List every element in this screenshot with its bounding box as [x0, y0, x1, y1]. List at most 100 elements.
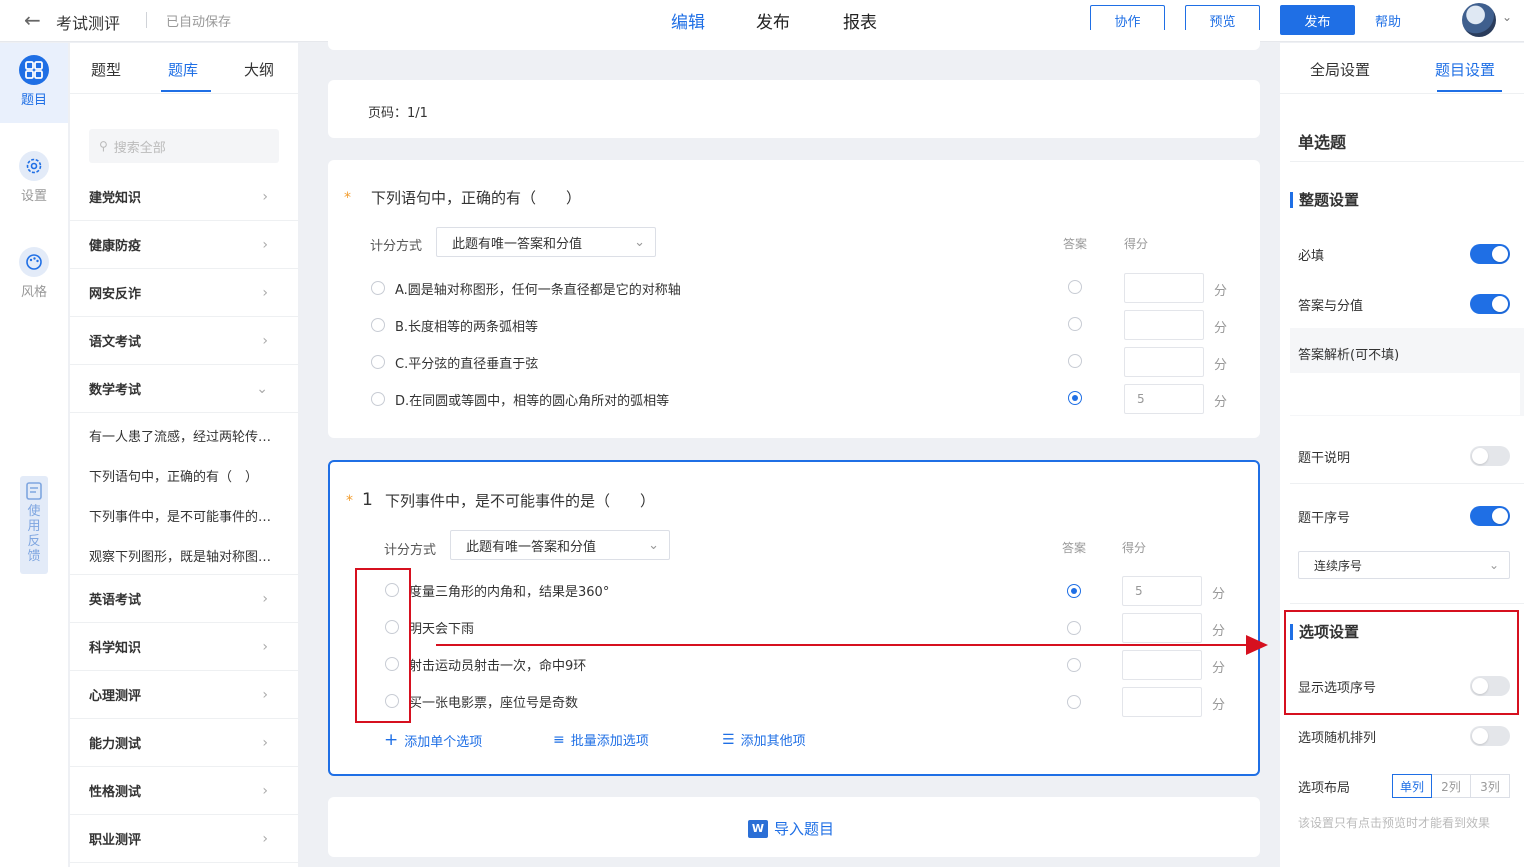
layout-three-columns[interactable]: 3列 — [1470, 774, 1510, 798]
tab-question-bank[interactable]: 题库 — [168, 59, 198, 80]
library-question-item[interactable]: 有一人患了流感，经过两轮传染后共有... — [89, 426, 279, 445]
tab-outline[interactable]: 大纲 — [244, 59, 274, 80]
chevron-right-icon: › — [262, 734, 268, 751]
category-item[interactable]: 语文考试 › — [70, 317, 298, 365]
batch-add-options-button[interactable]: ≡ 批量添加选项 — [553, 730, 649, 750]
question-title[interactable]: 下列语句中，正确的有（ ） — [371, 187, 581, 208]
help-link[interactable]: 帮助 — [1375, 11, 1401, 30]
add-other-label: 添加其他项 — [740, 734, 806, 749]
question-title[interactable]: 下列事件中，是不可能事件的是（ ） — [385, 490, 655, 511]
option-radio[interactable] — [371, 392, 385, 406]
score-column-header: 得分 — [1122, 541, 1147, 555]
option-text[interactable]: 度量三角形的内角和，结果是360° — [409, 581, 609, 600]
required-star: * — [344, 190, 351, 206]
rail-item-questions[interactable]: 题目 — [0, 43, 68, 123]
required-toggle[interactable] — [1470, 244, 1510, 264]
score-input[interactable] — [1124, 273, 1204, 303]
option-text[interactable]: C.平分弦的直径垂直于弦 — [395, 353, 538, 372]
import-questions-button[interactable]: W 导入题目 — [748, 818, 834, 839]
answer-radio[interactable] — [1068, 317, 1082, 331]
answer-radio[interactable] — [1068, 354, 1082, 368]
option-radio[interactable] — [371, 318, 385, 332]
category-item[interactable]: 科学知识 › — [70, 623, 298, 671]
category-item[interactable]: 建党知识 › — [70, 173, 298, 221]
score-input[interactable]: 5 — [1124, 384, 1204, 414]
score-input[interactable] — [1122, 687, 1202, 717]
rail-label: 题目 — [20, 93, 47, 108]
chevron-right-icon: › — [262, 284, 268, 301]
stem-number-toggle[interactable] — [1470, 506, 1510, 526]
library-question-item[interactable]: 下列语句中，正确的有（ ） — [89, 466, 279, 485]
score-input[interactable] — [1124, 347, 1204, 377]
rail-item-style[interactable]: 风格 — [0, 235, 68, 315]
question-card[interactable]: * 下列语句中，正确的有（ ） 计分方式 此题有唯一答案和分值 ⌄ 答案 得分 … — [328, 160, 1260, 438]
analysis-textarea[interactable] — [1290, 373, 1520, 415]
add-single-label: 添加单个选项 — [404, 734, 483, 750]
chevron-down-icon: ⌄ — [648, 537, 659, 553]
tab-global-settings[interactable]: 全局设置 — [1310, 59, 1370, 80]
rail-item-settings[interactable]: 设置 — [0, 139, 68, 219]
option-text[interactable]: D.在同圆或等圆中，相等的圆心角所对的弧相等 — [395, 390, 669, 409]
answer-radio[interactable] — [1068, 280, 1082, 294]
stem-description-toggle[interactable] — [1470, 446, 1510, 466]
chevron-right-icon: › — [262, 188, 268, 205]
answer-radio-selected[interactable] — [1067, 584, 1081, 598]
avatar[interactable] — [1462, 3, 1496, 37]
category-item[interactable]: 心理测评 › — [70, 671, 298, 719]
tab-question-settings[interactable]: 题目设置 — [1435, 59, 1495, 80]
question-library-panel: 题型 题库 大纲 ⚲ 搜索全部 建党知识 › 健康防疫 › 网安反诈 › 语文考试 › … — [70, 43, 298, 867]
search-placeholder: 搜索全部 — [113, 140, 166, 156]
layout-single-column[interactable]: 单列 — [1392, 774, 1432, 798]
option-text[interactable]: 射击运动员射击一次，命中9环 — [409, 655, 586, 674]
answer-radio[interactable] — [1067, 658, 1081, 672]
word-doc-icon: W — [748, 819, 768, 838]
add-other-option-button[interactable]: ☰ 添加其他项 — [722, 730, 806, 750]
score-input[interactable]: 5 — [1122, 576, 1202, 606]
publish-button[interactable]: 发布 — [1280, 5, 1355, 35]
search-input[interactable]: ⚲ 搜索全部 — [89, 129, 279, 163]
list-add-icon: ≡ — [553, 731, 565, 748]
back-arrow-icon[interactable]: ← — [24, 8, 41, 32]
chevron-down-icon[interactable]: ⌄ — [1502, 10, 1512, 24]
category-item[interactable]: 健康防疫 › — [70, 221, 298, 269]
option-radio[interactable] — [371, 355, 385, 369]
score-unit: 分 — [1214, 321, 1228, 336]
category-item[interactable]: 网安反诈 › — [70, 269, 298, 317]
answer-score-toggle[interactable] — [1470, 294, 1510, 314]
chevron-right-icon: › — [262, 782, 268, 799]
option-text[interactable]: 买一张电影票，座位号是奇数 — [409, 692, 578, 711]
setting-label: 选项布局 — [1298, 780, 1351, 796]
number-style-select[interactable]: 连续序号 ⌄ — [1298, 551, 1510, 579]
score-unit: 分 — [1214, 358, 1228, 373]
question-card-active[interactable]: * 1 下列事件中，是不可能事件的是（ ） 计分方式 此题有唯一答案和分值 ⌄ … — [328, 460, 1260, 776]
category-label: 英语考试 — [89, 593, 142, 608]
category-item[interactable]: 职业测评 › — [70, 815, 298, 863]
category-label: 建党知识 — [89, 191, 142, 206]
answer-radio[interactable] — [1067, 695, 1081, 709]
category-item[interactable]: 英语考试 › — [70, 575, 298, 623]
library-question-item[interactable]: 下列事件中，是不可能事件的是（ ） — [89, 506, 279, 525]
question-number: 1 — [362, 490, 373, 510]
layout-two-columns[interactable]: 2列 — [1431, 774, 1471, 798]
option-radio[interactable] — [371, 281, 385, 295]
active-tab-indicator — [161, 90, 211, 92]
answer-radio-selected[interactable] — [1068, 391, 1082, 405]
feedback-button[interactable]: 使用反馈 — [20, 476, 48, 574]
search-icon: ⚲ — [99, 139, 108, 153]
scoring-select[interactable]: 此题有唯一答案和分值 ⌄ — [450, 530, 670, 560]
settings-panel: 全局设置 题目设置 单选题 整题设置 必填 答案与分值 答案解析(可不填) 题干… — [1280, 43, 1524, 867]
required-star: * — [346, 493, 353, 509]
category-item[interactable]: 能力测试 › — [70, 719, 298, 767]
category-item-expanded[interactable]: 数学考试 ⌄ — [70, 365, 298, 413]
add-single-option-button[interactable]: + 添加单个选项 — [384, 730, 482, 750]
tab-question-types[interactable]: 题型 — [91, 59, 121, 80]
divider — [1290, 483, 1524, 484]
score-input[interactable] — [1124, 310, 1204, 340]
category-item[interactable]: 性格测试 › — [70, 767, 298, 815]
option-random-toggle[interactable] — [1470, 726, 1510, 746]
option-text[interactable]: A.圆是轴对称图形，任何一条直径都是它的对称轴 — [395, 279, 681, 298]
option-text[interactable]: B.长度相等的两条弧相等 — [395, 316, 538, 335]
scoring-select[interactable]: 此题有唯一答案和分值 ⌄ — [436, 227, 656, 257]
left-icon-rail: 题目 设置 风格 使用反馈 — [0, 43, 68, 867]
library-question-item[interactable]: 观察下列图形，既是轴对称图形又是... — [89, 546, 279, 565]
